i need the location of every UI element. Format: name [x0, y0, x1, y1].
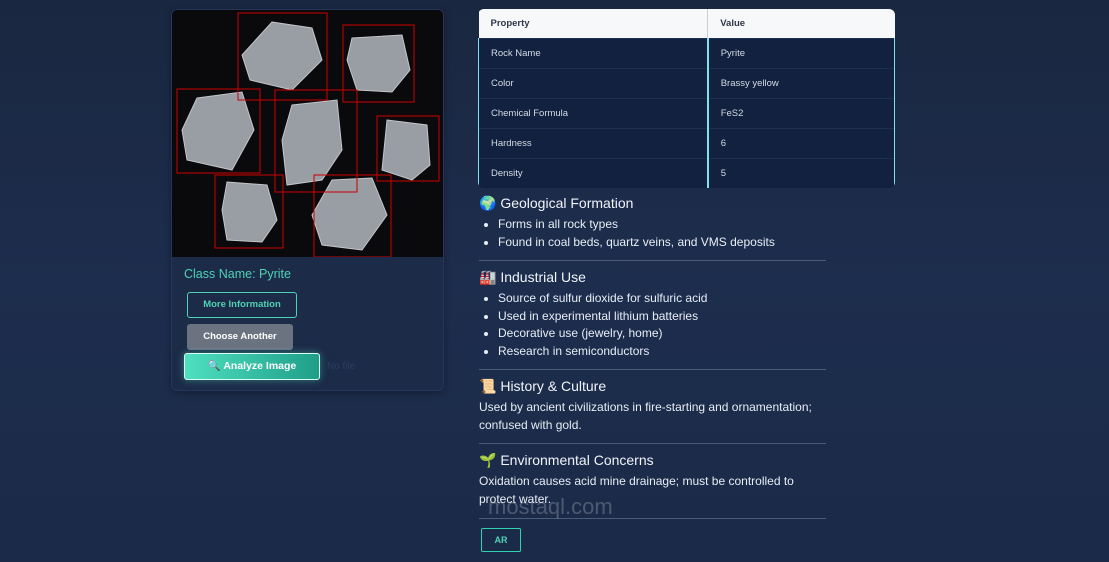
class-name-label: Class Name: Pyrite — [184, 267, 291, 281]
list-item: Decorative use (jewelry, home) — [498, 325, 826, 343]
divider — [479, 443, 826, 444]
language-ar-button[interactable]: AR — [481, 528, 521, 552]
cell: Hardness — [478, 127, 709, 158]
section-title: Geological Formation — [500, 195, 634, 211]
choose-another-button[interactable]: Choose Another — [187, 324, 293, 350]
cell: FeS2 — [707, 97, 895, 128]
prediction-card: Class Name: Pyrite More Information Choo… — [171, 9, 444, 391]
divider — [479, 369, 826, 370]
section-text: Oxidation causes acid mine drainage; mus… — [479, 474, 794, 506]
table-header: Property Value — [478, 9, 895, 38]
header-value: Value — [707, 9, 895, 38]
section-environmental-concerns: 🌱 Environmental Concerns Oxidation cause… — [479, 452, 826, 508]
section-history-culture: 📜 History & Culture Used by ancient civi… — [479, 378, 826, 434]
cell: Brassy yellow — [707, 67, 895, 98]
list-item: Used in experimental lithium batteries — [498, 308, 826, 326]
section-title: History & Culture — [500, 378, 607, 394]
cell: Rock Name — [478, 37, 709, 68]
properties-table: Property Value Rock Name Pyrite Color Brass… — [478, 9, 895, 188]
detection-image — [172, 10, 443, 257]
list-item: Found in coal beds, quartz veins, and VM… — [498, 234, 826, 252]
cell: 6 — [707, 127, 895, 158]
cell: Chemical Formula — [478, 97, 709, 128]
factory-icon: 🏭 — [479, 269, 497, 285]
section-industrial-use: 🏭 Industrial Use Source of sulfur dioxid… — [479, 269, 826, 360]
table-row: Rock Name Pyrite — [478, 37, 895, 68]
table-row: Chemical Formula FeS2 — [478, 97, 895, 128]
section-text: Used by ancient civilizations in fire-st… — [479, 400, 812, 432]
section-geological-formation: 🌍 Geological Formation Forms in all rock… — [479, 195, 826, 251]
list-item: Research in semiconductors — [498, 343, 826, 361]
header-property: Property — [478, 9, 709, 38]
cell: Color — [478, 67, 709, 98]
divider — [479, 260, 826, 261]
list-item: Forms in all rock types — [498, 216, 826, 234]
magnifier-icon: 🔍 — [207, 360, 221, 372]
analyze-label: Analyze Image — [223, 360, 297, 372]
analyze-image-button[interactable]: 🔍 Analyze Image — [184, 353, 320, 380]
globe-icon: 🌍 — [479, 195, 497, 211]
cell: Density — [478, 157, 709, 188]
section-title: Industrial Use — [500, 269, 586, 285]
table-row: Color Brassy yellow — [478, 67, 895, 98]
list-item: Source of sulfur dioxide for sulfuric ac… — [498, 290, 826, 308]
section-title: Environmental Concerns — [500, 452, 654, 468]
divider — [479, 518, 826, 519]
cell: 5 — [707, 157, 895, 188]
scroll-icon: 📜 — [479, 378, 497, 394]
cell: Pyrite — [707, 37, 895, 68]
table-row: Hardness 6 — [478, 127, 895, 158]
file-status: No file — [327, 361, 356, 372]
seedling-icon: 🌱 — [479, 452, 497, 468]
more-information-button[interactable]: More Information — [187, 292, 297, 318]
table-row: Density 5 — [478, 157, 895, 188]
